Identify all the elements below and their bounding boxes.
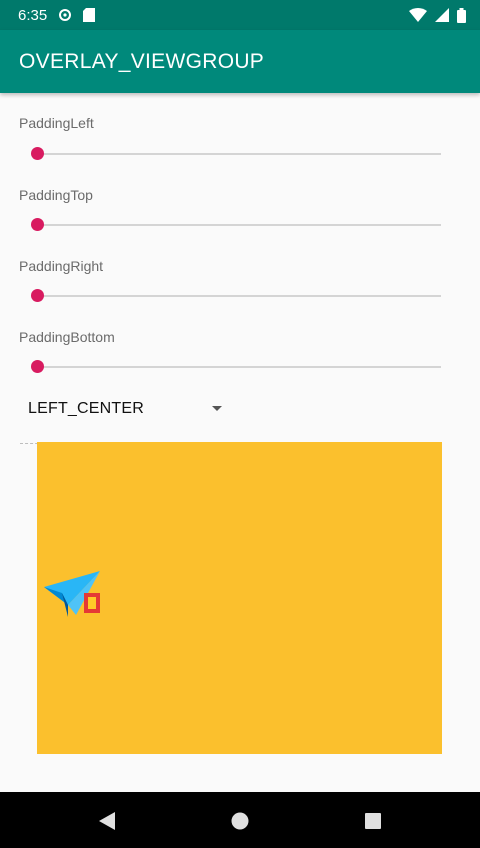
padding-top-label: PaddingTop xyxy=(19,187,93,203)
home-icon[interactable] xyxy=(230,811,250,831)
spinner-selected-value: LEFT_CENTER xyxy=(28,400,144,417)
status-time: 6:35 xyxy=(18,6,48,24)
paper-plane-icon xyxy=(42,571,104,621)
padding-bottom-seekbar-thumb[interactable] xyxy=(31,360,44,373)
notification-icon xyxy=(59,9,72,21)
padding-right-label: PaddingRight xyxy=(19,258,104,274)
padding-right-seekbar-track[interactable] xyxy=(37,295,441,297)
status-bar: 6:35 xyxy=(0,0,480,30)
status-right xyxy=(409,7,466,23)
padding-top-seekbar-track[interactable] xyxy=(37,224,441,226)
main-content: PaddingLeft PaddingTop PaddingRight Padd… xyxy=(0,93,480,792)
status-left: 6:35 xyxy=(18,6,96,24)
padding-left-seekbar-thumb[interactable] xyxy=(31,147,44,160)
padding-top-seekbar-thumb[interactable] xyxy=(31,218,44,231)
navigation-bar xyxy=(0,792,480,848)
padding-bottom-label: PaddingBottom xyxy=(19,329,115,345)
back-icon[interactable] xyxy=(97,811,117,831)
padding-bottom-seekbar-track[interactable] xyxy=(37,366,441,368)
gravity-spinner[interactable]: LEFT_CENTER xyxy=(20,391,232,427)
overlay-viewgroup xyxy=(37,442,442,754)
signal-icon xyxy=(435,8,449,22)
app-bar: OVERLAY_VIEWGROUP xyxy=(0,30,480,93)
dropdown-arrow-icon xyxy=(212,406,222,411)
recents-icon[interactable] xyxy=(363,811,383,831)
battery-icon xyxy=(457,7,466,23)
padding-left-seekbar-track[interactable] xyxy=(37,153,441,155)
app-title: OVERLAY_VIEWGROUP xyxy=(19,49,265,73)
wifi-icon xyxy=(409,8,427,22)
padding-right-seekbar-thumb[interactable] xyxy=(31,289,44,302)
sd-card-icon xyxy=(83,8,96,22)
padding-left-label: PaddingLeft xyxy=(19,115,94,131)
